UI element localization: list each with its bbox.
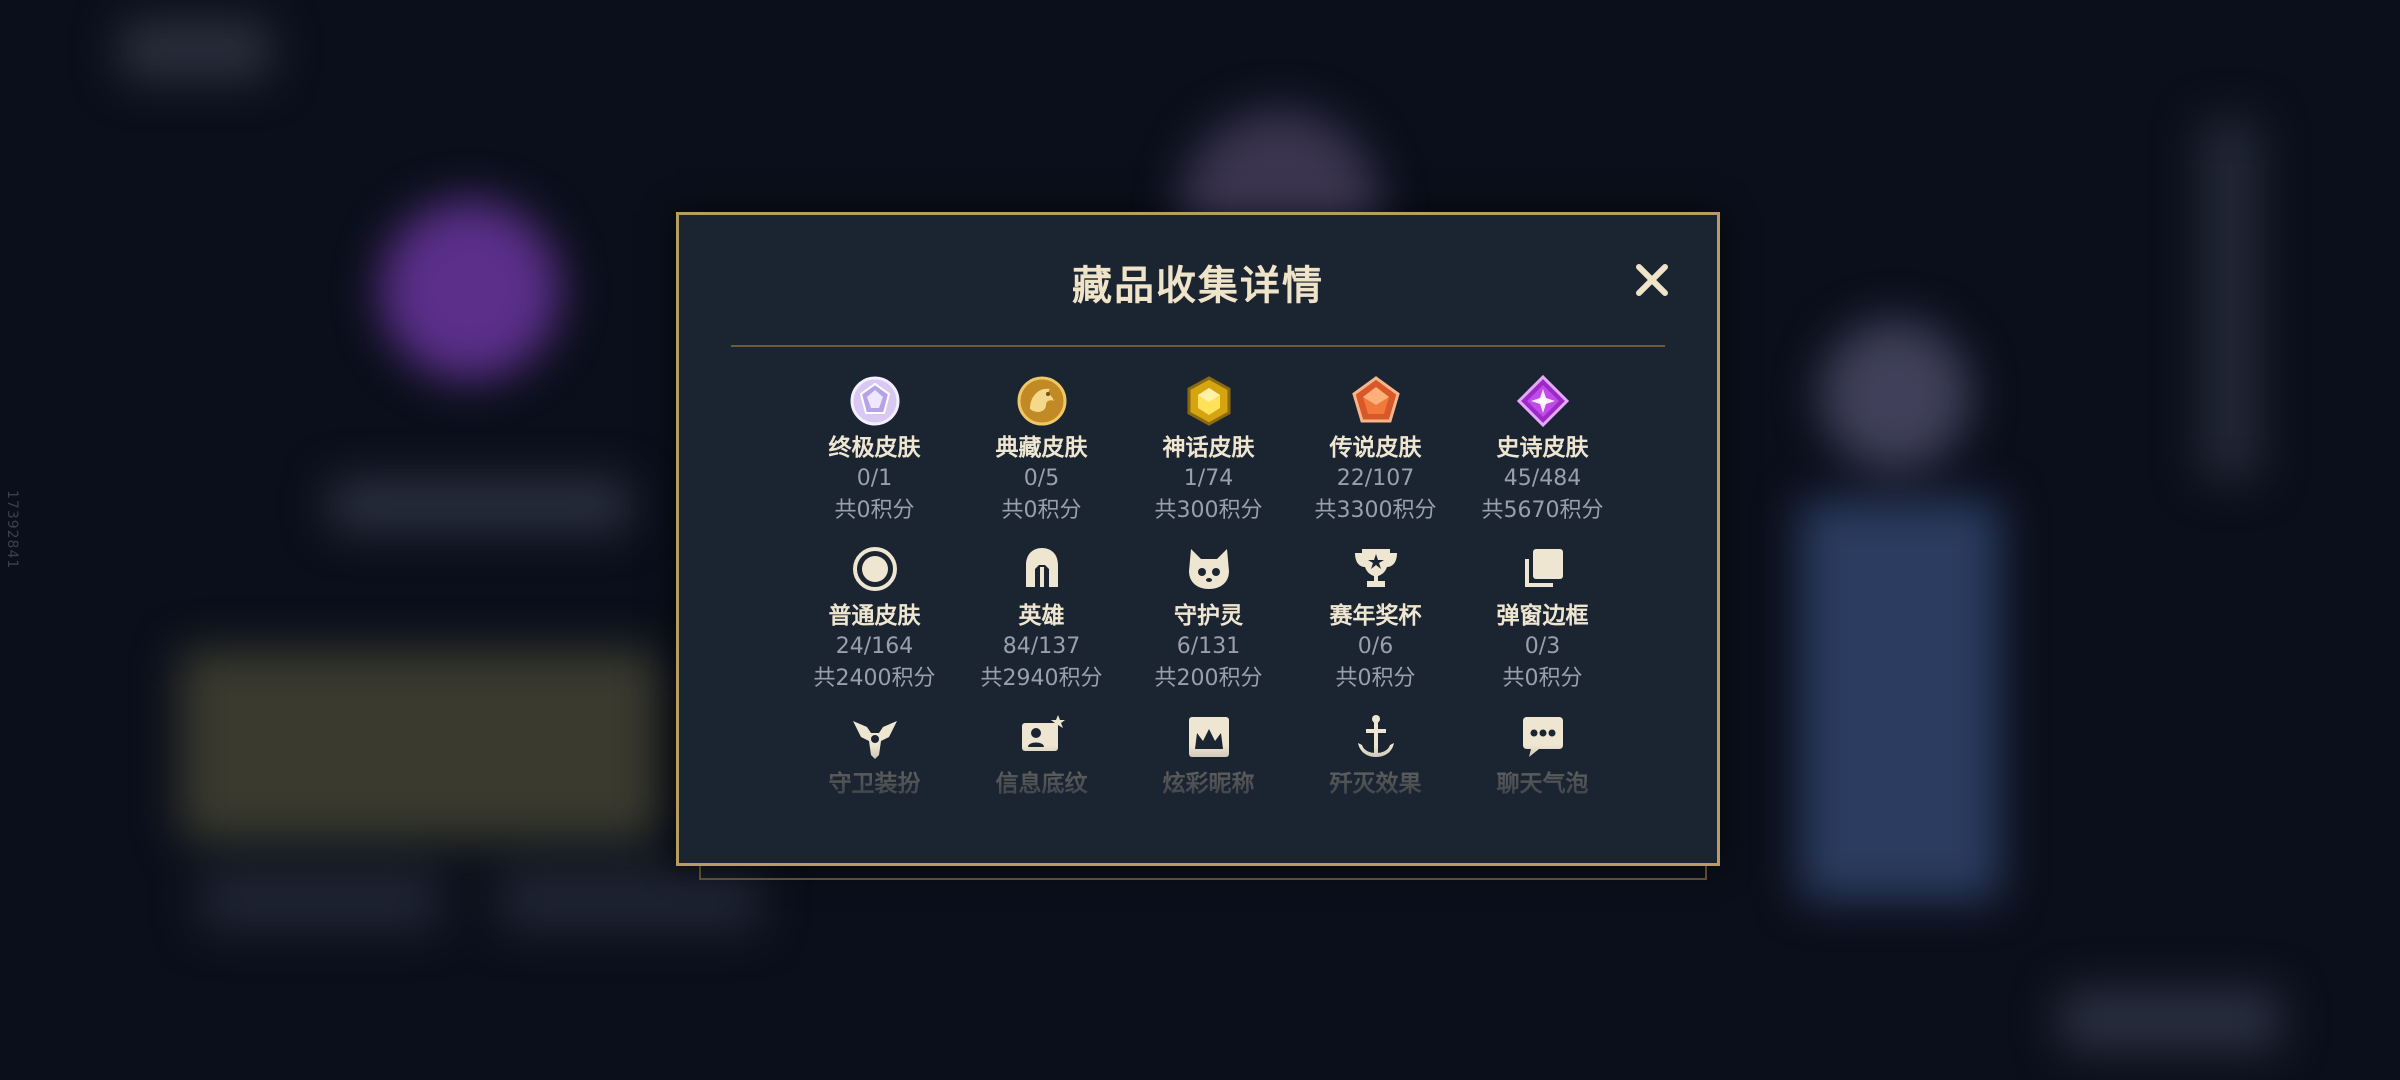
- epic-skin-icon: [1516, 375, 1569, 427]
- collection-grid: 终极皮肤 0/1 共0积分 典藏皮肤 0/5 共0积分 神话皮肤 1/74 共3…: [791, 375, 1626, 815]
- collection-item-prestige-skin[interactable]: 典藏皮肤 0/5 共0积分: [958, 375, 1125, 543]
- collection-item-ultimate-skin[interactable]: 终极皮肤 0/1 共0积分: [791, 375, 958, 543]
- ward-skin-icon: [852, 721, 897, 759]
- collection-item-ward-skin[interactable]: 守卫装扮: [791, 711, 958, 815]
- game-screen: 17392841 藏品收集详情 终极皮肤 0/1 共0积分 典藏皮肤 0/5 共…: [0, 0, 2400, 1080]
- collection-item-mythic-skin[interactable]: 神话皮肤 1/74 共300积分: [1125, 375, 1292, 543]
- collection-detail-modal: 藏品收集详情 终极皮肤 0/1 共0积分 典藏皮肤 0/5 共0积分 神话皮肤 …: [676, 212, 1720, 866]
- collection-item-epic-skin[interactable]: 史诗皮肤 45/484 共5670积分: [1459, 375, 1626, 543]
- collection-item-elimination-effect[interactable]: 歼灭效果: [1292, 711, 1459, 815]
- guardian-spirit-icon: [1188, 549, 1229, 589]
- bg-hero-card: [1800, 500, 2000, 900]
- mythic-skin-icon: [1187, 376, 1230, 426]
- popup-frame-icon: [1524, 549, 1563, 587]
- collection-item-chat-bubble[interactable]: 聊天气泡: [1459, 711, 1626, 815]
- title-divider: [731, 345, 1665, 347]
- trophy-icon: [1354, 549, 1397, 587]
- collection-item-standard-skin[interactable]: 普通皮肤 24/164 共2400积分: [791, 543, 958, 711]
- collection-item-champion[interactable]: 英雄 84/137 共2940积分: [958, 543, 1125, 711]
- collection-grid-viewport[interactable]: 终极皮肤 0/1 共0积分 典藏皮肤 0/5 共0积分 神话皮肤 1/74 共3…: [679, 375, 1717, 815]
- bg-header-block: [120, 20, 270, 80]
- champion-helmet-icon: [1025, 548, 1058, 587]
- close-button[interactable]: [1631, 259, 1673, 301]
- collection-item-info-background[interactable]: 信息底纹: [958, 711, 1125, 815]
- bg-card-left: [180, 650, 660, 840]
- chat-bubble-icon: [1522, 717, 1563, 757]
- prestige-skin-icon: [1017, 376, 1066, 426]
- standard-skin-icon: [852, 547, 897, 591]
- bg-button-a: [200, 870, 440, 930]
- colorful-nickname-icon: [1188, 717, 1229, 757]
- collection-item-legendary-skin[interactable]: 传说皮肤 22/107 共3300积分: [1292, 375, 1459, 543]
- ultimate-skin-icon: [850, 376, 899, 426]
- collection-item-colorful-nickname[interactable]: 炫彩昵称: [1125, 711, 1292, 815]
- bg-side-icons: [2200, 120, 2260, 480]
- modal-title: 藏品收集详情: [1072, 263, 1324, 309]
- bg-bottom-button: [2060, 990, 2280, 1050]
- info-background-icon: [1021, 715, 1065, 751]
- collection-item-season-trophy[interactable]: 赛年奖杯 0/6 共0积分: [1292, 543, 1459, 711]
- collection-item-guardian[interactable]: 守护灵 6/131 共200积分: [1125, 543, 1292, 711]
- close-icon: [1636, 264, 1668, 296]
- collection-item-popup-frame[interactable]: 弹窗边框 0/3 共0积分: [1459, 543, 1626, 711]
- side-id-text: 17392841: [4, 490, 20, 570]
- bg-avatar-glow: [380, 200, 560, 380]
- bg-name-plate: [330, 480, 630, 530]
- bg-hero-portrait: [1820, 320, 1970, 470]
- elimination-effect-icon: [1357, 715, 1394, 757]
- legendary-skin-icon: [1351, 376, 1400, 423]
